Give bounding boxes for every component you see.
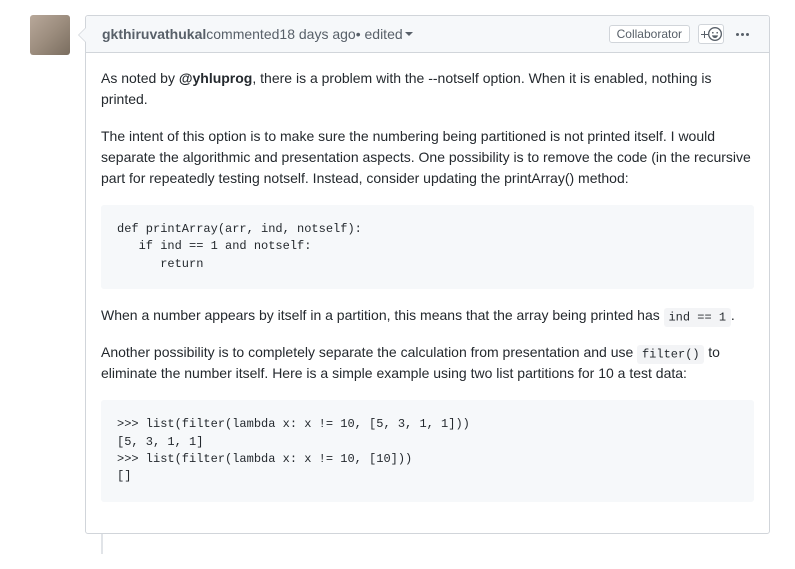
header-right: Collaborator bbox=[609, 24, 753, 44]
header-left: gkthiruvathukal commented 18 days ago • … bbox=[102, 26, 609, 42]
p4-pre: Another possibility is to completely sep… bbox=[101, 344, 637, 360]
code-block-2: >>> list(filter(lambda x: x != 10, [5, 3… bbox=[101, 400, 754, 502]
comment-box: gkthiruvathukal commented 18 days ago • … bbox=[85, 15, 770, 534]
p3-post: . bbox=[731, 307, 735, 323]
comment-body: As noted by @yhluprog, there is a proble… bbox=[86, 53, 769, 533]
edited-indicator[interactable]: • edited bbox=[356, 26, 413, 42]
smiley-icon bbox=[708, 27, 722, 41]
kebab-icon bbox=[736, 33, 749, 36]
comment-timeline-item: gkthiruvathukal commented 18 days ago • … bbox=[25, 15, 770, 534]
inline-code-filter: filter() bbox=[637, 345, 704, 364]
p3-pre: When a number appears by itself in a par… bbox=[101, 307, 664, 323]
comment-action: commented bbox=[206, 26, 279, 42]
paragraph-2: The intent of this option is to make sur… bbox=[101, 126, 754, 189]
plus-icon bbox=[701, 31, 708, 38]
avatar[interactable] bbox=[30, 15, 70, 55]
paragraph-1: As noted by @yhluprog, there is a proble… bbox=[101, 68, 754, 110]
role-badge: Collaborator bbox=[609, 25, 690, 43]
inline-code-ind: ind == 1 bbox=[664, 308, 731, 327]
comment-header: gkthiruvathukal commented 18 days ago • … bbox=[86, 16, 769, 53]
code-block-1: def printArray(arr, ind, notself): if in… bbox=[101, 205, 754, 289]
p1-pre: As noted by bbox=[101, 70, 179, 86]
mention-link[interactable]: @yhluprog bbox=[179, 70, 253, 86]
caret-down-icon bbox=[405, 30, 413, 38]
paragraph-4: Another possibility is to completely sep… bbox=[101, 342, 754, 384]
more-actions-button[interactable] bbox=[732, 33, 753, 36]
timeline-connector bbox=[101, 534, 103, 554]
edited-label: • edited bbox=[356, 26, 403, 42]
author-link[interactable]: gkthiruvathukal bbox=[102, 26, 206, 42]
timestamp-link[interactable]: 18 days ago bbox=[279, 26, 355, 42]
paragraph-3: When a number appears by itself in a par… bbox=[101, 305, 754, 326]
add-reaction-button[interactable] bbox=[698, 24, 724, 44]
